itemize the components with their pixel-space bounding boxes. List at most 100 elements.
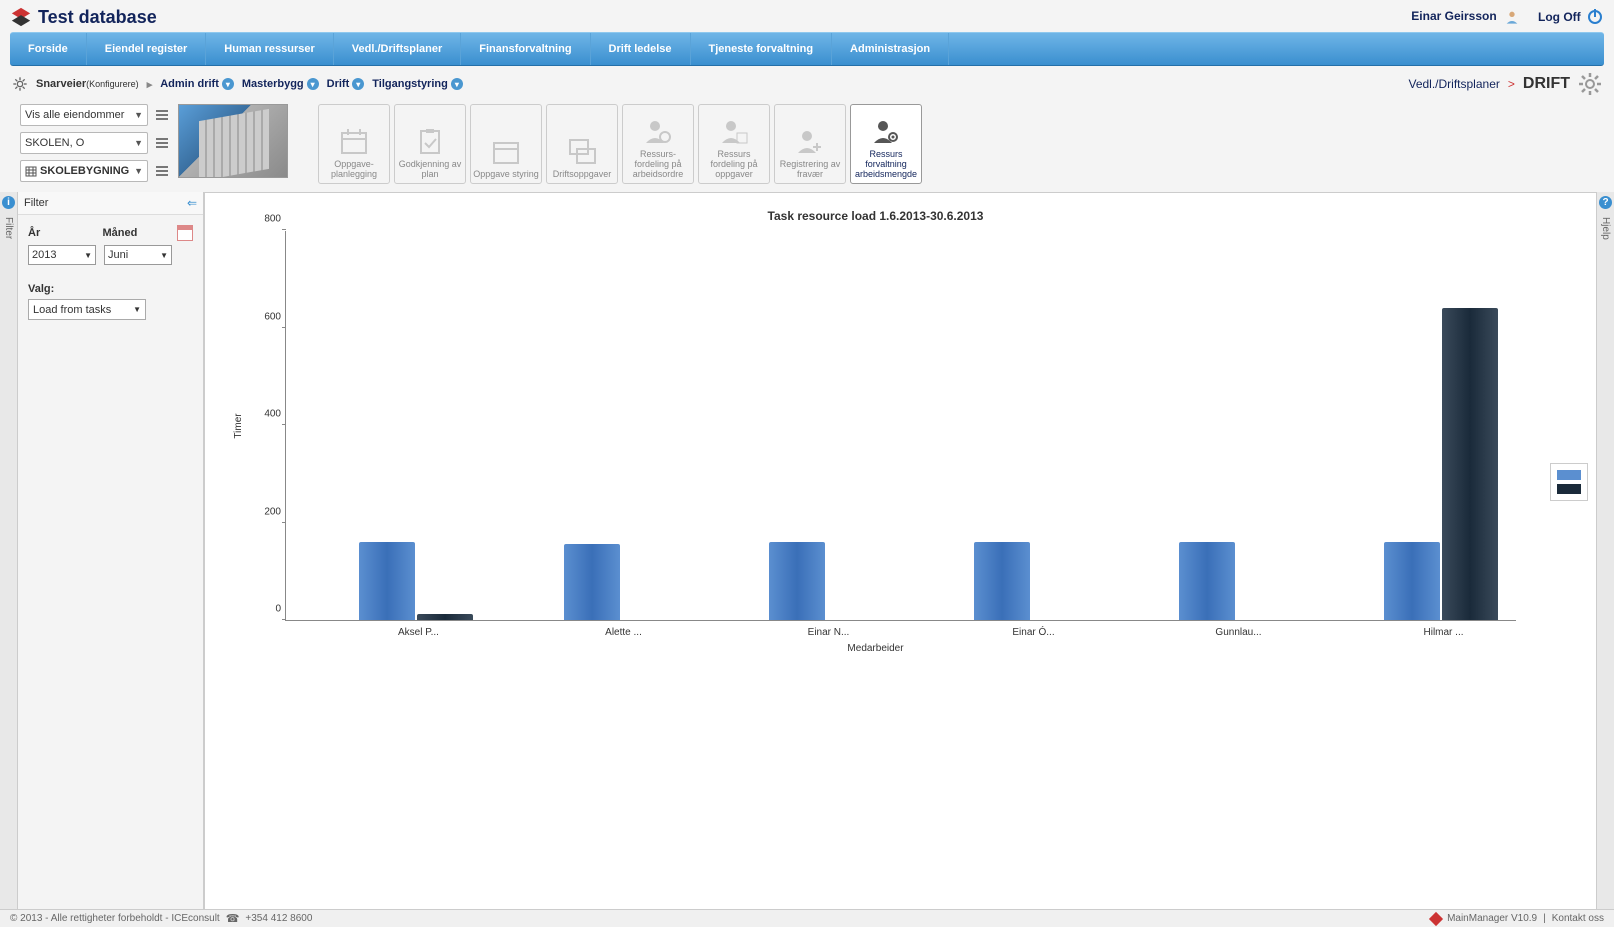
help-icon: ? xyxy=(1599,196,1612,209)
breadcrumb-current: DRIFT xyxy=(1523,75,1570,93)
ribbon-fravær[interactable]: Registrering av fravær xyxy=(774,104,846,184)
bar-group: Einar N... xyxy=(769,542,889,620)
chevron-down-icon: ▾ xyxy=(222,78,234,90)
building-image xyxy=(178,104,288,178)
year-label: År xyxy=(28,227,95,239)
bar-series1 xyxy=(769,542,825,620)
logo-icon xyxy=(10,6,32,28)
year-select[interactable]: 2013▼ xyxy=(28,245,96,265)
legend-series1 xyxy=(1557,470,1581,480)
app-title: Test database xyxy=(38,7,157,28)
nav-finans[interactable]: Finansforvaltning xyxy=(461,33,590,65)
bar-series2 xyxy=(417,614,473,620)
phone-icon: ☎ xyxy=(226,912,240,925)
tasks-icon xyxy=(567,137,597,165)
chart-container: Task resource load 1.6.2013-30.6.2013 Ti… xyxy=(204,192,1596,909)
shortcut-admin-drift[interactable]: Admin drift▾ xyxy=(160,78,234,90)
footer-logo-icon xyxy=(1429,911,1443,925)
help-sidebar-tab[interactable]: ? Hjelp xyxy=(1596,192,1614,909)
ribbon-oppgave-planlegging[interactable]: Oppgave-planlegging xyxy=(318,104,390,184)
collapse-filter-icon[interactable]: ⇐ xyxy=(187,196,197,210)
bar-series1 xyxy=(359,542,415,620)
y-axis-label: Timer xyxy=(233,413,244,438)
ribbon-ressurs-oppgaver[interactable]: Ressurs fordeling på oppgaver xyxy=(698,104,770,184)
configure-link[interactable]: (Konfigurere) xyxy=(86,79,139,89)
shortcut-masterbygg[interactable]: Masterbygg▾ xyxy=(242,78,319,90)
bar-series2 xyxy=(1442,308,1498,620)
y-tick-label: 400 xyxy=(246,409,281,420)
y-tick-label: 800 xyxy=(246,214,281,225)
footer-copyright: © 2013 - Alle rettigheter forbeholdt - I… xyxy=(10,913,220,924)
school-select[interactable]: SKOLEN, O▼ xyxy=(20,132,148,154)
main-nav: Forside Eiendel register Human ressurser… xyxy=(10,32,1604,66)
chevron-down-icon: ▾ xyxy=(451,78,463,90)
info-icon: i xyxy=(2,196,15,209)
nav-admin[interactable]: Administrasjon xyxy=(832,33,949,65)
x-category-label: Einar Ó... xyxy=(964,627,1104,638)
x-category-label: Hilmar ... xyxy=(1374,627,1514,638)
bar-series1 xyxy=(564,544,620,620)
valg-select[interactable]: Load from tasks▼ xyxy=(28,299,146,320)
person-load-icon xyxy=(871,117,901,145)
nav-eiendel[interactable]: Eiendel register xyxy=(87,33,207,65)
clipboard-check-icon xyxy=(415,127,445,155)
footer-contact[interactable]: Kontakt oss xyxy=(1552,913,1604,924)
legend-series2 xyxy=(1557,484,1581,494)
user-icon xyxy=(1504,9,1520,25)
y-tick-label: 0 xyxy=(246,604,281,615)
calendar-icon xyxy=(491,137,521,165)
nav-forside[interactable]: Forside xyxy=(10,33,87,65)
nav-drift[interactable]: Drift ledelse xyxy=(591,33,691,65)
chevron-down-icon: ▾ xyxy=(307,78,319,90)
property-select[interactable]: Vis alle eiendommer▼ xyxy=(20,104,148,126)
gear-icon[interactable] xyxy=(12,76,28,92)
bar-group: Alette ... xyxy=(564,544,684,620)
breadcrumb-parent[interactable]: Vedl./Driftsplaner xyxy=(1408,77,1499,91)
filter-panel: Filter ⇐ År Måned 2013▼ Juni▼ Valg: Load xyxy=(18,192,204,909)
bar-series1 xyxy=(1179,542,1235,620)
bar-group: Einar Ó... xyxy=(974,542,1094,620)
ribbon-ressurs-arbeidsmengde[interactable]: Ressurs forvaltning arbeidsmengde xyxy=(850,104,922,184)
bar-series1 xyxy=(1384,542,1440,620)
power-icon xyxy=(1588,10,1602,24)
valg-label: Valg: xyxy=(28,283,193,295)
filter-title: Filter xyxy=(24,197,48,209)
filter-sidebar-tab[interactable]: i Filter xyxy=(0,192,18,909)
month-label: Måned xyxy=(103,227,170,239)
chevron-down-icon: ▾ xyxy=(352,78,364,90)
user-name[interactable]: Einar Geirsson xyxy=(1411,9,1520,25)
settings-gear-icon[interactable] xyxy=(1578,72,1602,96)
nav-hr[interactable]: Human ressurser xyxy=(206,33,334,65)
shortcuts-label: Snarveier xyxy=(36,78,86,90)
calendar-picker-icon[interactable] xyxy=(177,225,193,241)
x-category-label: Alette ... xyxy=(554,627,694,638)
ribbon-toolbar: Oppgave-planlegging Godkjenning av plan … xyxy=(318,104,922,184)
logoff-button[interactable]: Log Off xyxy=(1538,10,1602,25)
person-gear-icon xyxy=(643,117,673,145)
x-category-label: Einar N... xyxy=(759,627,899,638)
y-tick-label: 600 xyxy=(246,311,281,322)
shortcut-tilgang[interactable]: Tilgangstyring▾ xyxy=(372,78,463,90)
ribbon-driftsoppgaver[interactable]: Driftsoppgaver xyxy=(546,104,618,184)
chart-title: Task resource load 1.6.2013-30.6.2013 xyxy=(215,209,1536,223)
building-select[interactable]: SKOLEBYGNING▼ xyxy=(20,160,148,182)
nav-tjeneste[interactable]: Tjeneste forvaltning xyxy=(691,33,833,65)
y-tick-label: 200 xyxy=(246,506,281,517)
property-menu-icon[interactable] xyxy=(156,110,168,120)
ribbon-ressurs-arbeidsordre[interactable]: Ressurs-fordeling på arbeidsordre xyxy=(622,104,694,184)
ribbon-oppgave-styring[interactable]: Oppgave styring xyxy=(470,104,542,184)
x-axis-label: Medarbeider xyxy=(215,643,1536,654)
ribbon-godkjenning[interactable]: Godkjenning av plan xyxy=(394,104,466,184)
bar-group: Hilmar ... xyxy=(1384,308,1504,620)
shortcut-drift[interactable]: Drift▾ xyxy=(327,78,365,90)
x-category-label: Aksel P... xyxy=(349,627,489,638)
person-plus-icon xyxy=(795,127,825,155)
breadcrumb-sep: > xyxy=(1508,77,1515,91)
school-menu-icon[interactable] xyxy=(156,138,168,148)
x-category-label: Gunnlau... xyxy=(1169,627,1309,638)
bar-series1 xyxy=(974,542,1030,620)
building-menu-icon[interactable] xyxy=(156,166,168,176)
person-calendar-icon xyxy=(719,117,749,145)
month-select[interactable]: Juni▼ xyxy=(104,245,172,265)
nav-vedl[interactable]: Vedl./Driftsplaner xyxy=(334,33,461,65)
